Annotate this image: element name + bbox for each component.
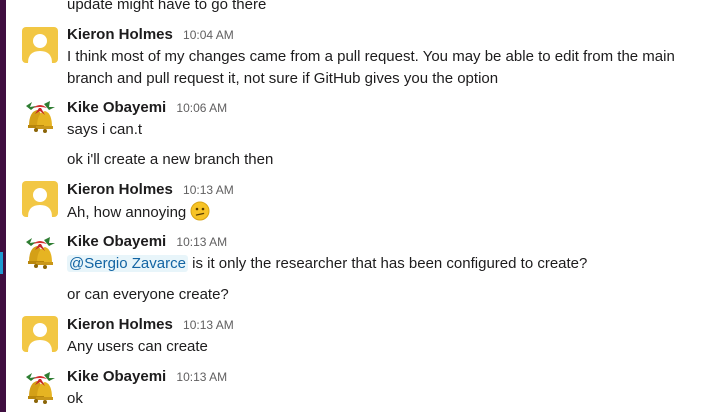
- author-name[interactable]: Kieron Holmes: [67, 26, 173, 43]
- timestamp[interactable]: 10:13 AM: [176, 370, 227, 384]
- message-header: Kike Obayemi 10:13 AM: [67, 367, 227, 387]
- message-text: @Sergio Zavarce is it only the researche…: [67, 253, 587, 275]
- message-header: Kike Obayemi 10:13 AM: [67, 232, 227, 252]
- timestamp[interactable]: 10:13 AM: [183, 183, 234, 197]
- timestamp[interactable]: 10:13 AM: [183, 318, 234, 332]
- message-text-content: Ah, how annoying: [67, 204, 187, 221]
- message-text: says i can.t: [67, 121, 143, 138]
- bells-avatar[interactable]: [22, 98, 58, 134]
- message-text: ok i'll create a new branch then: [67, 151, 274, 168]
- message-text: Any users can create: [67, 338, 208, 355]
- author-name[interactable]: Kike Obayemi: [67, 99, 166, 116]
- author-name[interactable]: Kieron Holmes: [67, 181, 173, 198]
- message-text: ok: [67, 390, 83, 407]
- message-text: I think most of my changes came from a p…: [67, 48, 675, 65]
- message-header: Kike Obayemi 10:06 AM: [67, 98, 227, 118]
- kieron-avatar[interactable]: [22, 181, 58, 217]
- timestamp[interactable]: 10:06 AM: [176, 101, 227, 115]
- message-header: Kieron Holmes 10:04 AM: [67, 25, 234, 45]
- message-feed: update might have to go there Kieron Hol…: [6, 0, 718, 412]
- message-text: update might have to go there: [67, 0, 267, 13]
- timestamp[interactable]: 10:04 AM: [183, 28, 234, 42]
- kieron-avatar[interactable]: [22, 316, 58, 352]
- timestamp[interactable]: 10:13 AM: [176, 235, 227, 249]
- bells-avatar[interactable]: [22, 234, 58, 270]
- sidebar-unread-marker: [0, 252, 3, 274]
- message-text-content: is it only the researcher that has been …: [187, 255, 588, 272]
- confused-face-icon: [190, 201, 210, 228]
- message-text: branch and pull request it, not sure if …: [67, 70, 499, 87]
- author-name[interactable]: Kieron Holmes: [67, 316, 173, 333]
- message-header: Kieron Holmes 10:13 AM: [67, 180, 234, 200]
- message-text: or can everyone create?: [67, 286, 229, 303]
- kieron-avatar[interactable]: [22, 27, 58, 63]
- message-text: Ah, how annoying: [67, 201, 210, 228]
- bells-avatar[interactable]: [22, 369, 58, 405]
- user-mention[interactable]: @Sergio Zavarce: [67, 255, 188, 272]
- author-name[interactable]: Kike Obayemi: [67, 368, 166, 385]
- message-header: Kieron Holmes 10:13 AM: [67, 315, 234, 335]
- author-name[interactable]: Kike Obayemi: [67, 233, 166, 250]
